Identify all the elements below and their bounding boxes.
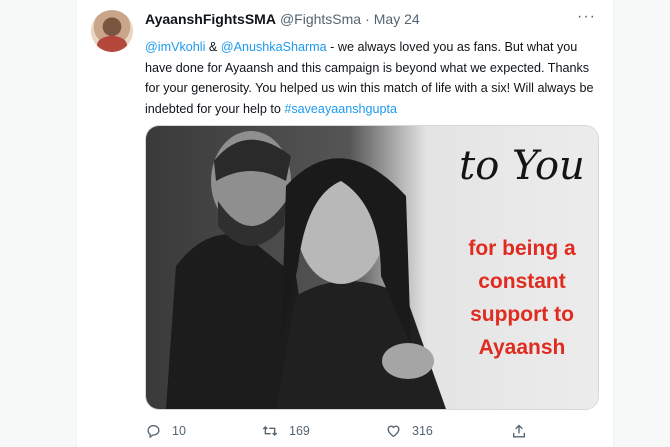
promo-line-1: for being a xyxy=(468,237,576,260)
tweet-date[interactable]: May 24 xyxy=(374,11,420,27)
tweet-actions: 10 169 316 xyxy=(145,420,597,442)
reply-count: 10 xyxy=(172,424,186,438)
promo-line-2: constant xyxy=(478,270,566,293)
retweet-icon xyxy=(261,423,279,439)
handle[interactable]: @FightsSma xyxy=(280,11,361,27)
tweet-card[interactable]: AyaanshFightsSMA @FightsSma · May 24 ···… xyxy=(77,0,614,447)
more-icon[interactable]: ··· xyxy=(577,8,596,26)
mention-link-1[interactable]: @imVkohli xyxy=(145,40,205,54)
promo-line-3: support to xyxy=(470,303,574,326)
tweet-media[interactable]: to You for being a constant support to A… xyxy=(145,125,599,410)
heart-icon xyxy=(385,423,402,439)
hashtag-link[interactable]: #saveayaanshgupta xyxy=(284,102,397,116)
separator: · xyxy=(365,11,370,27)
display-name[interactable]: AyaanshFightsSMA xyxy=(145,11,276,27)
amp: & xyxy=(205,40,221,54)
like-button[interactable]: 316 xyxy=(385,423,433,439)
reply-icon xyxy=(145,423,162,439)
promo-overlay: to You for being a constant support to A… xyxy=(446,126,598,409)
promo-title: to You xyxy=(459,143,585,189)
tweet-header: AyaanshFightsSMA @FightsSma · May 24 xyxy=(145,11,420,27)
reply-button[interactable]: 10 xyxy=(145,423,186,439)
right-gutter xyxy=(613,0,670,447)
share-button[interactable] xyxy=(511,423,527,440)
avatar[interactable] xyxy=(91,10,133,52)
left-gutter xyxy=(0,0,77,447)
tweet-text: @imVkohli & @AnushkaSharma - we always l… xyxy=(145,37,600,119)
share-icon xyxy=(511,423,527,440)
mention-link-2[interactable]: @AnushkaSharma xyxy=(221,40,327,54)
retweet-count: 169 xyxy=(289,424,310,438)
promo-line-4: Ayaansh xyxy=(478,336,566,359)
retweet-button[interactable]: 169 xyxy=(261,423,310,439)
like-count: 316 xyxy=(412,424,433,438)
